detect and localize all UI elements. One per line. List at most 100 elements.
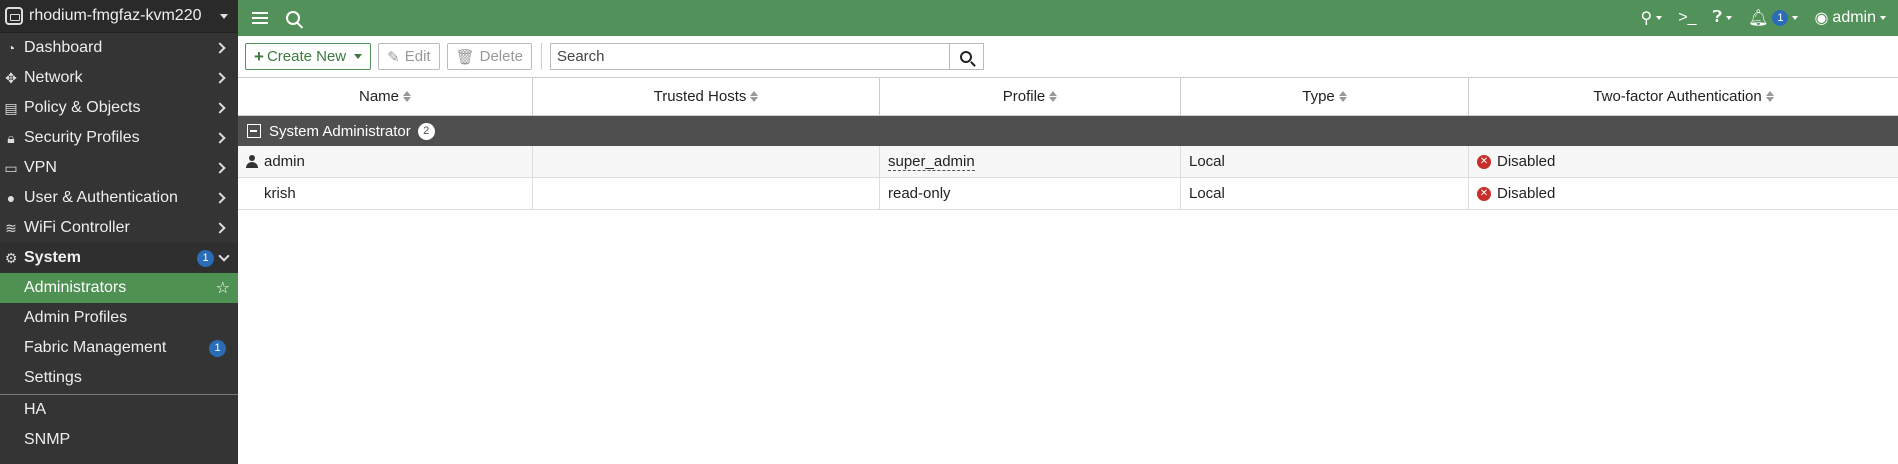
sidebar-item-vpn[interactable]: ▭ VPN	[0, 153, 238, 183]
top-right-controls: ⚲ >_ ❓︎ 🔔︎ 1 ◉ admin	[1641, 8, 1886, 28]
user-icon	[246, 155, 258, 168]
sidebar-item-wifi-controller[interactable]: ≋ WiFi Controller	[0, 213, 238, 243]
device-icon	[5, 7, 23, 25]
chevron-right-icon	[214, 132, 226, 144]
bell-icon: 🔔︎	[1748, 10, 1769, 27]
cell-profile: read-only	[880, 178, 1181, 209]
delete-button[interactable]: 🗑︎ Delete	[446, 43, 532, 70]
sidebar-item-user-authentication[interactable]: ● User & Authentication	[0, 183, 238, 213]
system-badge: 1	[197, 249, 214, 267]
sidebar-item-label: VPN	[24, 159, 57, 176]
sidebar-item-dashboard[interactable]: ◔ Dashboard	[0, 33, 238, 63]
sidebar-item-snmp[interactable]: SNMP	[0, 425, 238, 455]
column-header-name[interactable]: Name	[238, 78, 533, 115]
notification-badge: 1	[1772, 10, 1789, 26]
device-selector[interactable]: rhodium-fmgfaz-kvm220	[0, 0, 238, 33]
sidebar-item-label: HA	[24, 401, 47, 418]
column-label: Trusted Hosts	[653, 88, 747, 105]
help-icon: ❓︎	[1712, 9, 1723, 26]
sort-icon	[403, 91, 411, 102]
sidebar-item-admin-profiles[interactable]: Admin Profiles	[0, 303, 238, 333]
toolbar-divider	[540, 43, 542, 70]
hamburger-menu-icon[interactable]	[252, 9, 268, 27]
delete-label: Delete	[479, 48, 523, 65]
sidebar-item-security-profiles[interactable]: 🔒︎ Security Profiles	[0, 123, 238, 153]
edit-button[interactable]: ✎ Edit	[378, 43, 440, 70]
sidebar-item-ha[interactable]: HA	[0, 395, 238, 425]
sidebar-item-label: System	[24, 249, 81, 266]
network-icon: ✥	[5, 69, 17, 86]
profile-link[interactable]: super_admin	[888, 153, 975, 171]
cell-two-factor: ✕ Disabled	[1469, 178, 1898, 209]
cell-type: Local	[1181, 146, 1469, 177]
sidebar-item-settings[interactable]: Settings	[0, 363, 238, 393]
gear-icon: ⚙	[4, 249, 18, 266]
caret-down-icon	[1792, 16, 1799, 20]
group-count-badge: 2	[417, 122, 435, 140]
search-input[interactable]	[549, 43, 950, 70]
sidebar-item-label: Dashboard	[24, 39, 103, 56]
sidebar-item-label: Settings	[24, 369, 82, 386]
pencil-icon: ✎	[387, 48, 400, 66]
caret-down-icon	[354, 54, 363, 59]
chevron-down-icon	[218, 250, 230, 262]
search-icon[interactable]	[286, 11, 300, 25]
user-icon: ●	[6, 190, 16, 206]
edit-label: Edit	[404, 48, 431, 65]
create-new-label: Create New	[266, 48, 347, 65]
user-circle-icon: ◉	[1814, 10, 1829, 27]
create-new-button[interactable]: + Create New	[245, 43, 372, 70]
sidebar-item-fabric-management[interactable]: Fabric Management 1	[0, 333, 238, 363]
user-menu-button[interactable]: ◉ admin	[1814, 8, 1886, 28]
collapse-icon[interactable]	[247, 124, 261, 138]
sort-icon	[1338, 91, 1347, 102]
column-header-trusted-hosts[interactable]: Trusted Hosts	[533, 78, 880, 115]
sidebar-item-label: Security Profiles	[24, 129, 140, 146]
cell-text: admin	[264, 153, 305, 170]
cell-text: Disabled	[1497, 185, 1556, 202]
fabric-icon: ⚲	[1640, 10, 1653, 27]
sidebar-item-label: Policy & Objects	[24, 99, 141, 116]
column-label: Two-factor Authentication	[1593, 88, 1762, 105]
trash-icon: 🗑︎	[455, 48, 475, 66]
table-header: Name Trusted Hosts Profile Type Two-fact…	[238, 78, 1898, 116]
group-label: System Administrator	[269, 122, 411, 140]
table-row[interactable]: admin super_admin Local ✕ Disabled	[238, 146, 1898, 178]
cell-type: Local	[1181, 178, 1469, 209]
lock-icon: 🔒︎	[7, 129, 15, 146]
cell-text: Disabled	[1497, 153, 1556, 170]
group-row-system-administrator[interactable]: System Administrator 2	[238, 116, 1898, 146]
chevron-right-icon	[214, 222, 226, 234]
search-icon	[960, 50, 973, 63]
table-row[interactable]: krish read-only Local ✕ Disabled	[238, 178, 1898, 210]
cell-two-factor: ✕ Disabled	[1469, 146, 1898, 177]
fabric-connector-button[interactable]: ⚲	[1641, 8, 1663, 28]
search-button[interactable]	[949, 43, 984, 70]
caret-down-icon	[220, 13, 228, 19]
dashboard-icon: ◔	[6, 40, 16, 56]
top-bar: ⚲ >_ ❓︎ 🔔︎ 1 ◉ admin	[238, 0, 1898, 36]
sidebar-item-label: Admin Profiles	[24, 309, 128, 326]
star-icon[interactable]: ☆	[216, 278, 230, 298]
nav-menu: ◔ Dashboard ✥ Network ▤ Policy & Objects…	[0, 33, 238, 455]
sidebar-item-label: SNMP	[24, 431, 71, 448]
sidebar-item-system[interactable]: ⚙ System 1	[0, 243, 238, 273]
column-header-two-factor[interactable]: Two-factor Authentication	[1469, 78, 1898, 115]
sidebar-item-network[interactable]: ✥ Network	[0, 63, 238, 93]
plus-icon: +	[254, 46, 264, 66]
sidebar-item-policy-objects[interactable]: ▤ Policy & Objects	[0, 93, 238, 123]
caret-down-icon	[1726, 16, 1733, 20]
cell-trusted-hosts	[533, 146, 880, 177]
help-button[interactable]: ❓︎	[1713, 9, 1733, 27]
administrators-table: Name Trusted Hosts Profile Type Two-fact…	[238, 78, 1898, 210]
column-header-type[interactable]: Type	[1181, 78, 1469, 115]
notifications-button[interactable]: 🔔︎ 1	[1748, 8, 1799, 28]
column-label: Type	[1302, 88, 1335, 105]
toolbar: + Create New ✎ Edit 🗑︎ Delete	[238, 36, 1898, 78]
column-header-profile[interactable]: Profile	[880, 78, 1181, 115]
chevron-right-icon	[214, 162, 226, 174]
cell-name: krish	[238, 178, 533, 209]
cli-console-button[interactable]: >_	[1678, 9, 1696, 27]
sidebar-item-label: WiFi Controller	[24, 219, 130, 236]
sidebar-item-administrators[interactable]: Administrators ☆	[0, 273, 238, 303]
